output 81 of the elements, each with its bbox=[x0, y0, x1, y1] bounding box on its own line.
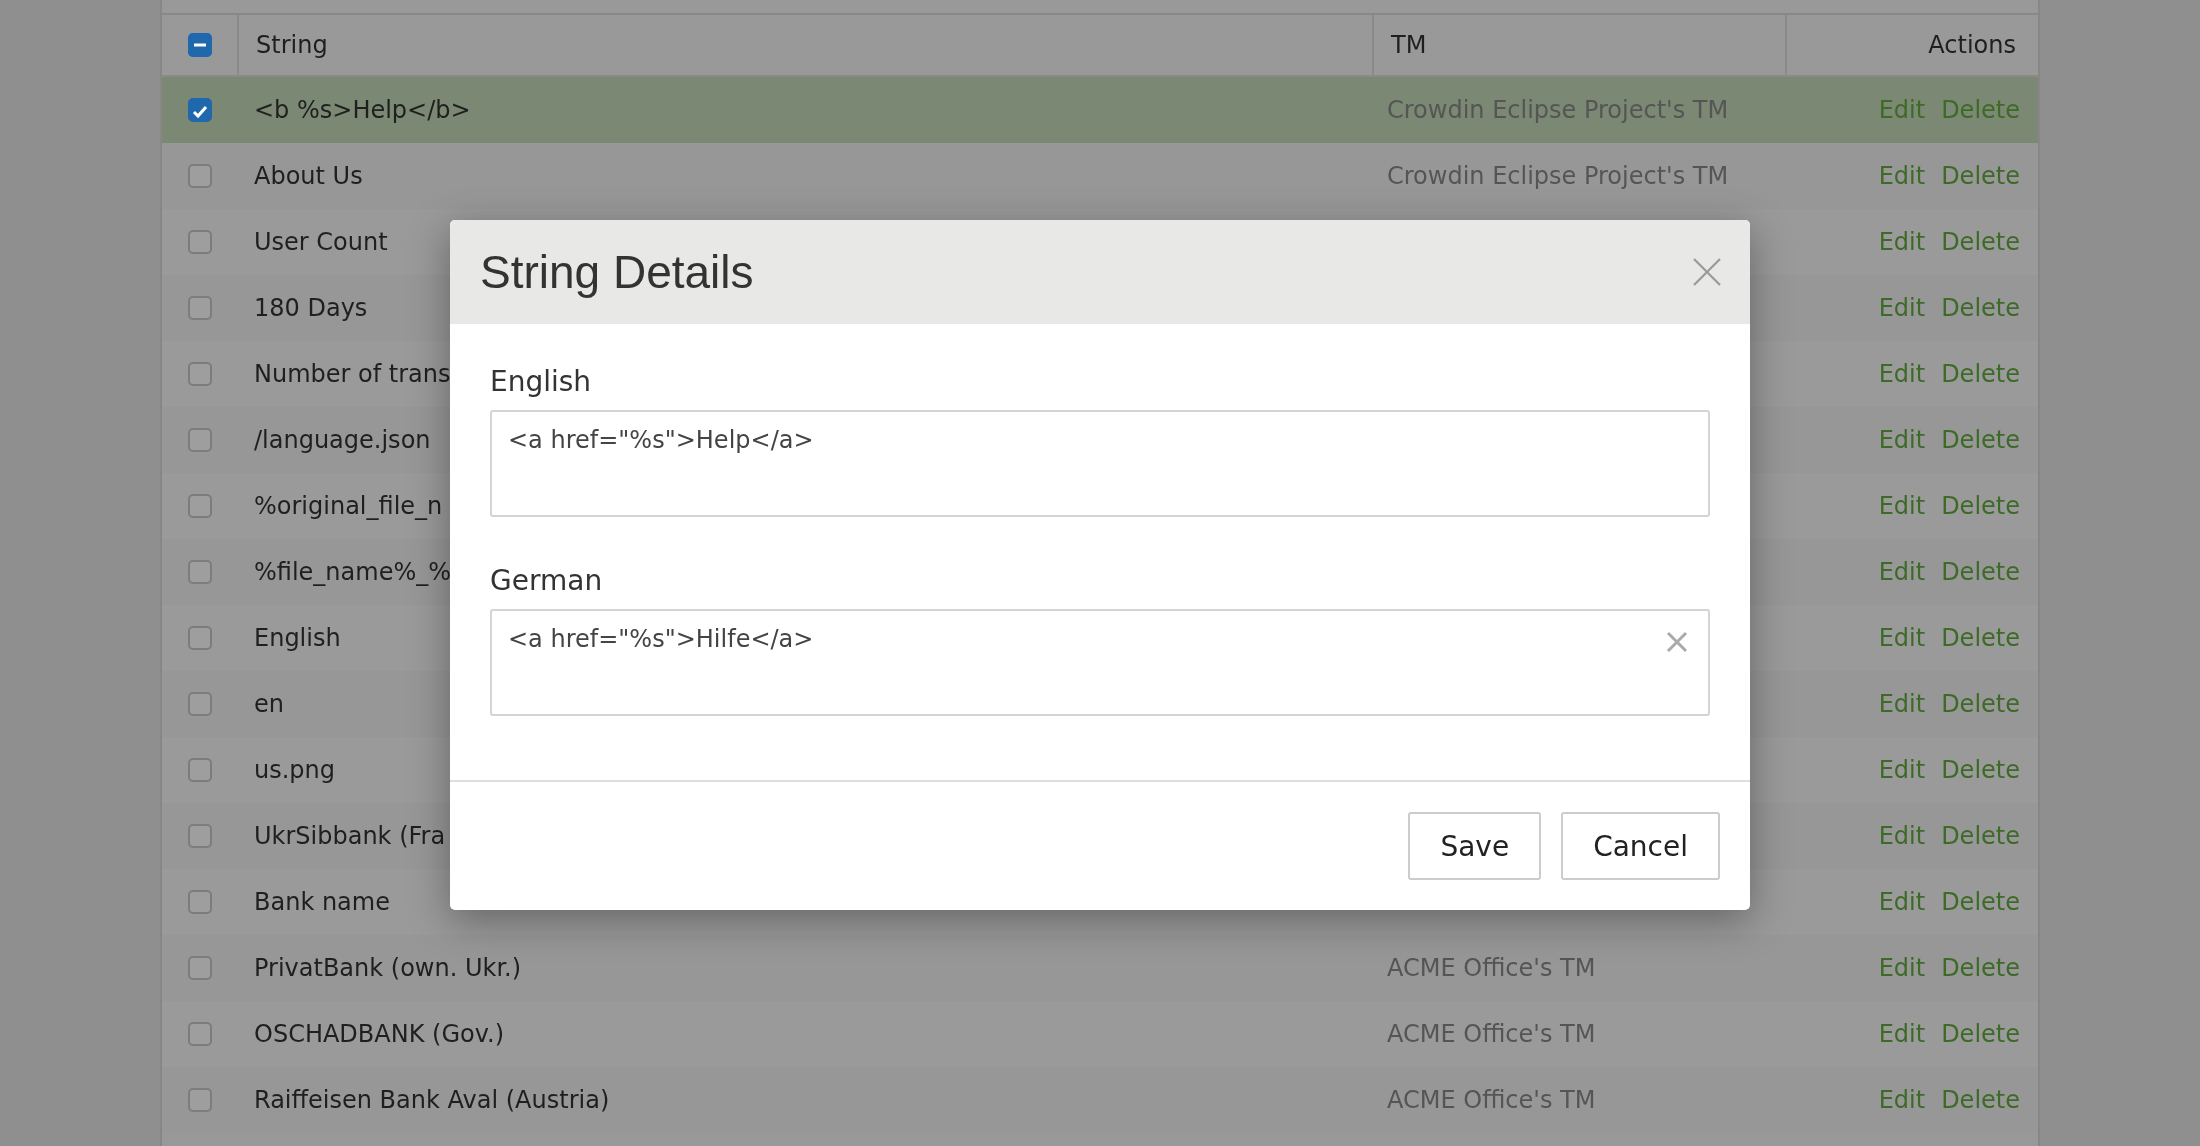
checkbox[interactable] bbox=[187, 824, 212, 848]
checkbox[interactable] bbox=[187, 164, 212, 188]
field-label: English bbox=[490, 364, 592, 400]
delete-link[interactable]: Delete bbox=[1941, 492, 2020, 520]
delete-link[interactable]: Delete bbox=[1941, 954, 2020, 982]
cancel-button[interactable]: Cancel bbox=[1561, 812, 1720, 880]
delete-link[interactable]: Delete bbox=[1941, 1086, 2020, 1114]
delete-link[interactable]: Delete bbox=[1941, 360, 2020, 388]
edit-link[interactable]: Edit bbox=[1878, 360, 1926, 388]
checkbox[interactable] bbox=[187, 692, 212, 716]
string-cell: Raiffeisen Bank Aval (Austria) bbox=[254, 1086, 610, 1114]
column-header: String bbox=[256, 31, 328, 59]
tm-cell: ACME Office's TM bbox=[1387, 954, 1596, 982]
edit-link[interactable]: Edit bbox=[1878, 624, 1926, 652]
checkbox[interactable] bbox=[187, 758, 212, 782]
edit-link[interactable]: Edit bbox=[1878, 954, 1926, 982]
tm-cell: Crowdin Eclipse Project's TM bbox=[1387, 162, 1729, 190]
edit-link[interactable]: Edit bbox=[1878, 1086, 1926, 1114]
string-cell: en bbox=[254, 690, 284, 718]
string-cell: PrivatBank (own. Ukr.) bbox=[254, 954, 522, 982]
delete-link[interactable]: Delete bbox=[1941, 756, 2020, 784]
column-header: Actions bbox=[1928, 31, 2016, 59]
edit-link[interactable]: Edit bbox=[1878, 690, 1926, 718]
checkbox[interactable] bbox=[187, 296, 212, 320]
string-cell: Number of trans bbox=[254, 360, 451, 388]
delete-link[interactable]: Delete bbox=[1941, 294, 2020, 322]
edit-link[interactable]: Edit bbox=[1878, 888, 1926, 916]
checkbox[interactable] bbox=[187, 1088, 212, 1112]
checkbox[interactable] bbox=[187, 890, 212, 914]
edit-link[interactable]: Edit bbox=[1878, 96, 1926, 124]
string-cell: English bbox=[254, 624, 341, 652]
string-cell: %file_name%_% bbox=[254, 558, 452, 586]
edit-link[interactable]: Edit bbox=[1878, 228, 1926, 256]
field-label: German bbox=[490, 563, 603, 599]
string-cell: <b %s>Help</b> bbox=[254, 96, 471, 124]
string-cell: %original_file_n bbox=[254, 492, 443, 520]
dialog-title: String Details bbox=[480, 245, 754, 299]
save-button[interactable]: Save bbox=[1408, 812, 1542, 880]
edit-link[interactable]: Edit bbox=[1878, 162, 1926, 190]
checkbox[interactable] bbox=[187, 494, 212, 518]
string-cell: 180 Days bbox=[254, 294, 368, 322]
delete-link[interactable]: Delete bbox=[1941, 558, 2020, 586]
edit-link[interactable]: Edit bbox=[1878, 558, 1926, 586]
string-cell: us.png bbox=[254, 756, 336, 784]
string-cell: /language.json bbox=[254, 426, 431, 454]
checkbox[interactable] bbox=[187, 560, 212, 584]
string-cell: About Us bbox=[254, 162, 363, 190]
string-cell: User Count bbox=[254, 228, 388, 256]
delete-link[interactable]: Delete bbox=[1941, 822, 2020, 850]
delete-link[interactable]: Delete bbox=[1941, 162, 2020, 190]
edit-link[interactable]: Edit bbox=[1878, 294, 1926, 322]
delete-link[interactable]: Delete bbox=[1941, 228, 2020, 256]
checkbox[interactable] bbox=[187, 428, 212, 452]
string-cell: UkrSibbank (Fra bbox=[254, 822, 446, 850]
delete-link[interactable]: Delete bbox=[1941, 426, 2020, 454]
clear-icon[interactable] bbox=[1666, 631, 1688, 653]
close-icon[interactable] bbox=[1692, 257, 1722, 287]
checkbox[interactable] bbox=[187, 98, 212, 122]
string-cell: Bank name bbox=[254, 888, 390, 916]
edit-link[interactable]: Edit bbox=[1878, 1020, 1926, 1048]
column-header: TM bbox=[1391, 31, 1427, 59]
string-cell: OSCHADBANK (Gov.) bbox=[254, 1020, 504, 1048]
tm-cell: ACME Office's TM bbox=[1387, 1020, 1596, 1048]
delete-link[interactable]: Delete bbox=[1941, 1020, 2020, 1048]
text-field[interactable]: <a href="%s">Help</a> bbox=[490, 410, 1710, 517]
edit-link[interactable]: Edit bbox=[1878, 426, 1926, 454]
checkbox[interactable] bbox=[187, 626, 212, 650]
checkbox[interactable] bbox=[187, 1022, 212, 1046]
delete-link[interactable]: Delete bbox=[1941, 888, 2020, 916]
edit-link[interactable]: Edit bbox=[1878, 756, 1926, 784]
edit-link[interactable]: Edit bbox=[1878, 822, 1926, 850]
text-field[interactable]: <a href="%s">Hilfe</a> bbox=[490, 609, 1710, 716]
edit-link[interactable]: Edit bbox=[1878, 492, 1926, 520]
checkbox[interactable] bbox=[187, 956, 212, 980]
select-all-checkbox[interactable] bbox=[187, 33, 212, 57]
delete-link[interactable]: Delete bbox=[1941, 624, 2020, 652]
tm-cell: ACME Office's TM bbox=[1387, 1086, 1596, 1114]
delete-link[interactable]: Delete bbox=[1941, 96, 2020, 124]
checkbox[interactable] bbox=[187, 362, 212, 386]
checkbox[interactable] bbox=[187, 230, 212, 254]
delete-link[interactable]: Delete bbox=[1941, 690, 2020, 718]
